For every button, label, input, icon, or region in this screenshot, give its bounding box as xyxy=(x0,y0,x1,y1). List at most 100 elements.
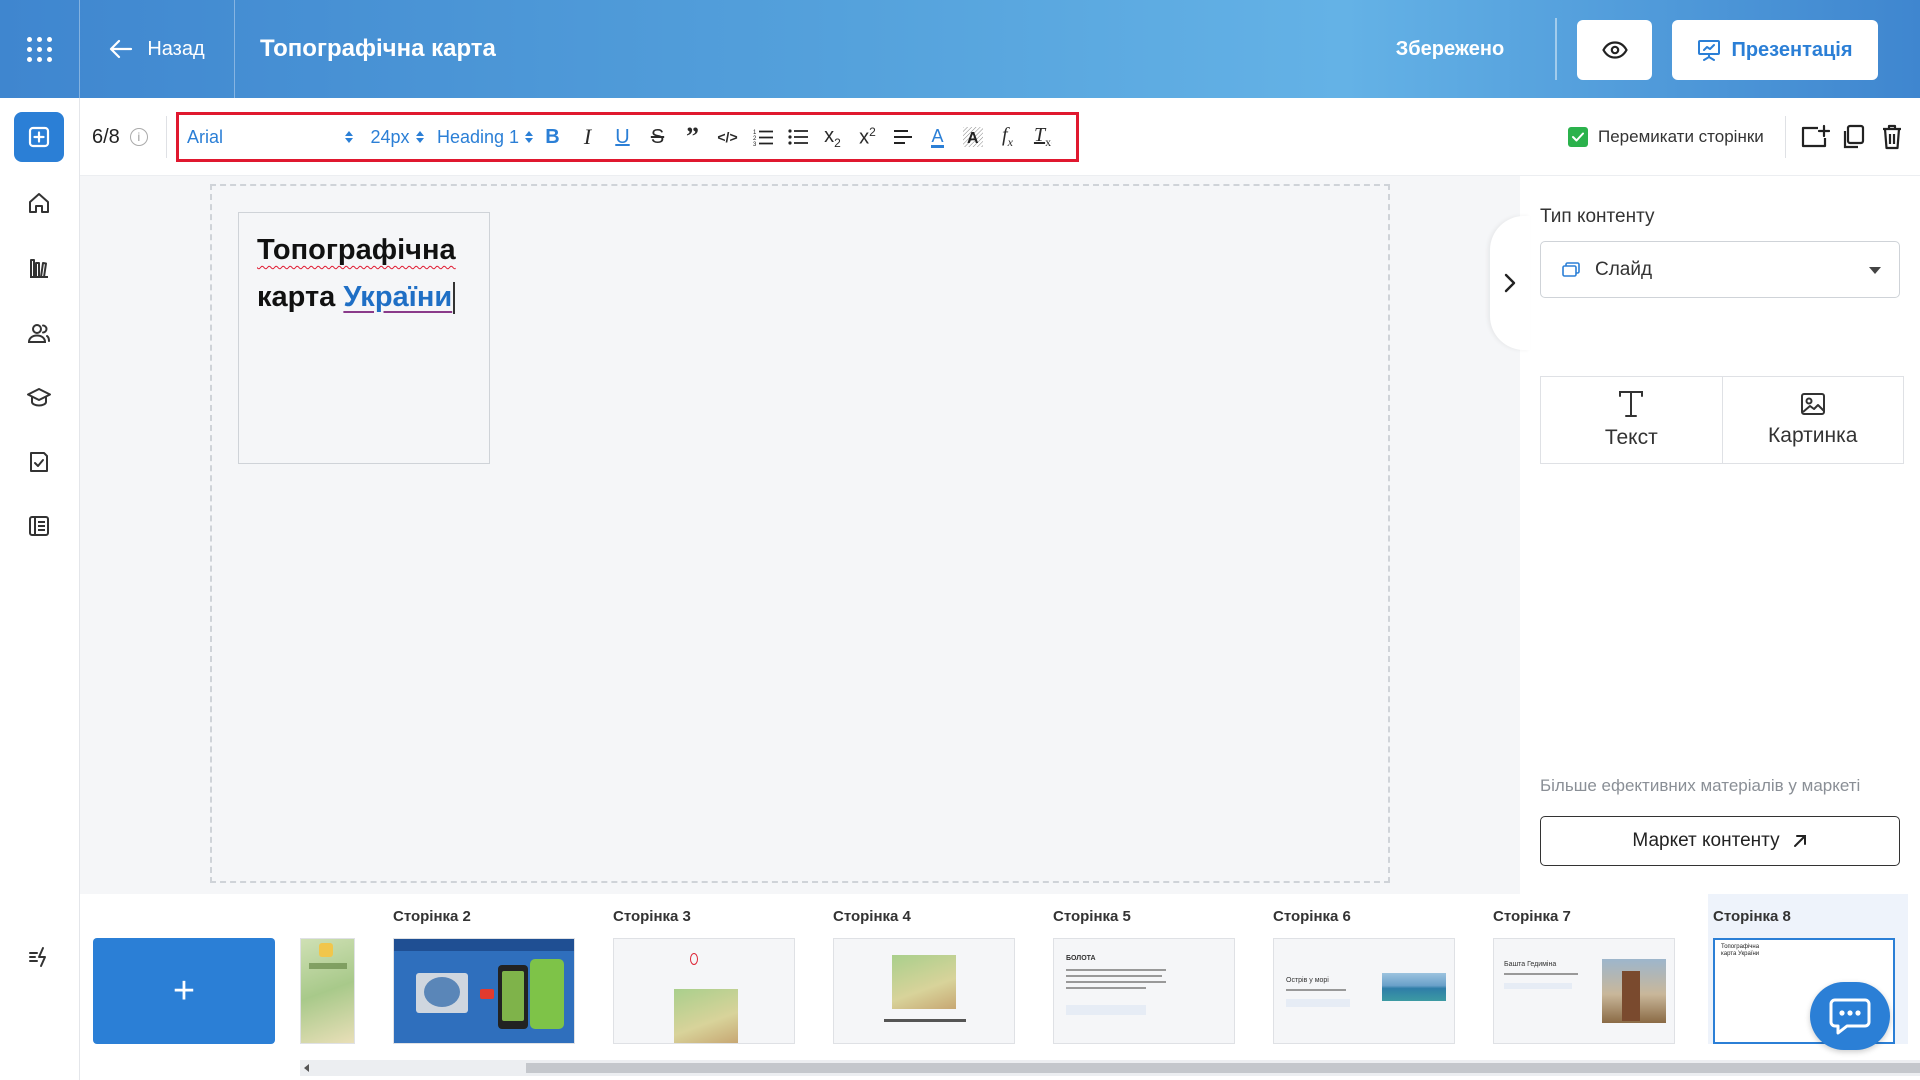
select-arrows-icon xyxy=(415,131,424,143)
align-button[interactable] xyxy=(885,117,920,157)
underline-button[interactable]: U xyxy=(605,117,640,157)
document-title: Топографічна карта xyxy=(260,35,496,62)
slide-heading-word: карта xyxy=(257,281,336,313)
slide-heading[interactable]: Топографічна карта України xyxy=(257,227,471,321)
delete-page-button[interactable] xyxy=(1875,120,1909,154)
scrollbar-thumb[interactable] xyxy=(526,1063,1920,1073)
font-size-select[interactable]: 24px xyxy=(359,117,435,157)
code-button[interactable]: </> xyxy=(710,117,745,157)
page-thumb-map xyxy=(833,938,1015,1044)
page-thumbnail-5[interactable]: Сторінка 5 БОЛОТА xyxy=(1048,894,1248,1044)
sidebar-item-quick-actions[interactable] xyxy=(22,940,56,974)
font-size-value: 24px xyxy=(370,126,410,147)
back-button[interactable]: Назад xyxy=(80,0,235,98)
external-arrow-icon xyxy=(1793,835,1806,847)
slide-heading-line1: Топографічна xyxy=(257,234,456,266)
sidebar-add-button[interactable] xyxy=(14,112,64,162)
heading-select[interactable]: Heading 1 xyxy=(435,117,535,157)
page-name: Сторінка 4 xyxy=(833,908,911,925)
superscript-button[interactable]: x2 xyxy=(850,117,885,157)
right-panel: Тип контенту Слайд Текст Картинка Більше… xyxy=(1520,176,1920,894)
checkbox-checked-icon[interactable] xyxy=(1568,127,1588,147)
add-page-icon-button[interactable] xyxy=(1798,120,1832,154)
add-image-label: Картинка xyxy=(1768,424,1858,447)
function-icon: fx xyxy=(1002,124,1013,149)
slide-icon xyxy=(1562,261,1580,277)
sidebar-item-home[interactable] xyxy=(22,186,56,220)
scroll-left-icon[interactable] xyxy=(304,1064,309,1072)
journal-icon xyxy=(29,516,49,536)
apps-menu-button[interactable] xyxy=(0,0,80,98)
slide-text-box[interactable]: Топографічна карта України xyxy=(238,212,490,464)
clear-format-button[interactable]: Tx xyxy=(1025,117,1060,157)
content-type-select[interactable]: Слайд xyxy=(1540,241,1900,298)
heading-value: Heading 1 xyxy=(436,126,520,147)
page-thumbnail-1[interactable] xyxy=(300,894,360,1044)
bold-button[interactable]: B xyxy=(535,117,570,157)
strikethrough-icon: S xyxy=(650,125,665,148)
slide-heading-link[interactable]: України xyxy=(343,281,452,313)
content-type-label: Тип контенту xyxy=(1540,206,1655,227)
sidebar-item-users[interactable] xyxy=(22,316,56,350)
blockquote-button[interactable]: ” xyxy=(675,117,710,157)
info-icon[interactable]: i xyxy=(129,128,148,146)
duplicate-page-button[interactable] xyxy=(1836,120,1870,154)
bullet-list-button[interactable] xyxy=(780,117,815,157)
font-family-select[interactable]: Arial xyxy=(187,117,359,157)
highlight-icon: A xyxy=(962,127,983,147)
page-thumbnail-7[interactable]: Сторінка 7 Башта Гедиміна xyxy=(1488,894,1688,1044)
page-name: Сторінка 3 xyxy=(613,908,691,925)
slide-canvas[interactable]: Топографічна карта України xyxy=(210,184,1390,883)
page-strip-scrollbar[interactable] xyxy=(300,1060,1920,1076)
sidebar-item-tasks[interactable] xyxy=(22,445,56,479)
market-button-label: Маркет контенту xyxy=(1632,830,1780,851)
graduation-cap-icon xyxy=(27,388,51,407)
save-status: Збережено xyxy=(1395,37,1505,60)
page-thumb-text-image: Острів у морі xyxy=(1273,938,1455,1044)
chevron-down-icon xyxy=(1869,267,1881,274)
panel-collapse-tab[interactable] xyxy=(1490,216,1530,350)
page-counter: 6/8 i xyxy=(92,98,148,176)
italic-button[interactable]: I xyxy=(570,117,605,157)
subscript-button[interactable]: x2 xyxy=(815,117,850,157)
page-thumbnail-2[interactable]: Сторінка 2 xyxy=(388,894,588,1044)
presentation-label: Презентація xyxy=(1731,38,1853,61)
arrow-left-icon xyxy=(110,39,133,59)
strikethrough-button[interactable]: S xyxy=(640,117,675,157)
ordered-list-button[interactable]: 123 xyxy=(745,117,780,157)
page-thumb-text: БОЛОТА xyxy=(1053,938,1235,1044)
select-arrows-icon xyxy=(525,131,534,143)
sidebar-item-library[interactable] xyxy=(22,251,56,285)
page-name: Сторінка 8 xyxy=(1713,908,1791,925)
page-thumbnail-3[interactable]: Сторінка 3 xyxy=(608,894,808,1044)
text-color-button[interactable]: A xyxy=(920,117,955,157)
preview-button[interactable] xyxy=(1577,20,1652,80)
sidebar-item-journal[interactable] xyxy=(22,509,56,543)
highlight-button[interactable]: A xyxy=(955,117,990,157)
page-thumbnail-6[interactable]: Сторінка 6 Острів у морі xyxy=(1268,894,1468,1044)
sidebar-item-courses[interactable] xyxy=(22,381,56,415)
market-button[interactable]: Маркет контенту xyxy=(1540,816,1900,866)
formula-button[interactable]: fx xyxy=(990,117,1025,157)
copy-icon xyxy=(1843,124,1865,149)
add-image-tile[interactable]: Картинка xyxy=(1721,377,1904,463)
add-text-tile[interactable]: Текст xyxy=(1541,377,1722,463)
text-color-icon: A xyxy=(931,125,944,148)
align-left-icon xyxy=(893,130,912,144)
presentation-button[interactable]: Презентація xyxy=(1672,20,1878,80)
page-thumb-text-image: Башта Гедиміна xyxy=(1493,938,1675,1044)
add-page-button[interactable]: + xyxy=(93,938,275,1044)
page-name: Сторінка 6 xyxy=(1273,908,1351,925)
clear-format-icon: Tx xyxy=(1033,124,1052,149)
underline-icon: U xyxy=(615,125,630,148)
trash-icon xyxy=(1883,124,1901,150)
svg-text:3: 3 xyxy=(753,142,757,146)
chevron-right-icon xyxy=(1504,273,1516,293)
page-thumbnail-4[interactable]: Сторінка 4 xyxy=(828,894,1028,1044)
switch-pages-toggle[interactable]: Перемикати сторінки xyxy=(1568,98,1764,176)
support-chat-button[interactable] xyxy=(1810,982,1890,1050)
toolbar-divider xyxy=(1785,116,1786,158)
plus-icon: + xyxy=(172,969,196,1012)
page-name: Сторінка 7 xyxy=(1493,908,1571,925)
bold-icon: B xyxy=(545,125,560,148)
